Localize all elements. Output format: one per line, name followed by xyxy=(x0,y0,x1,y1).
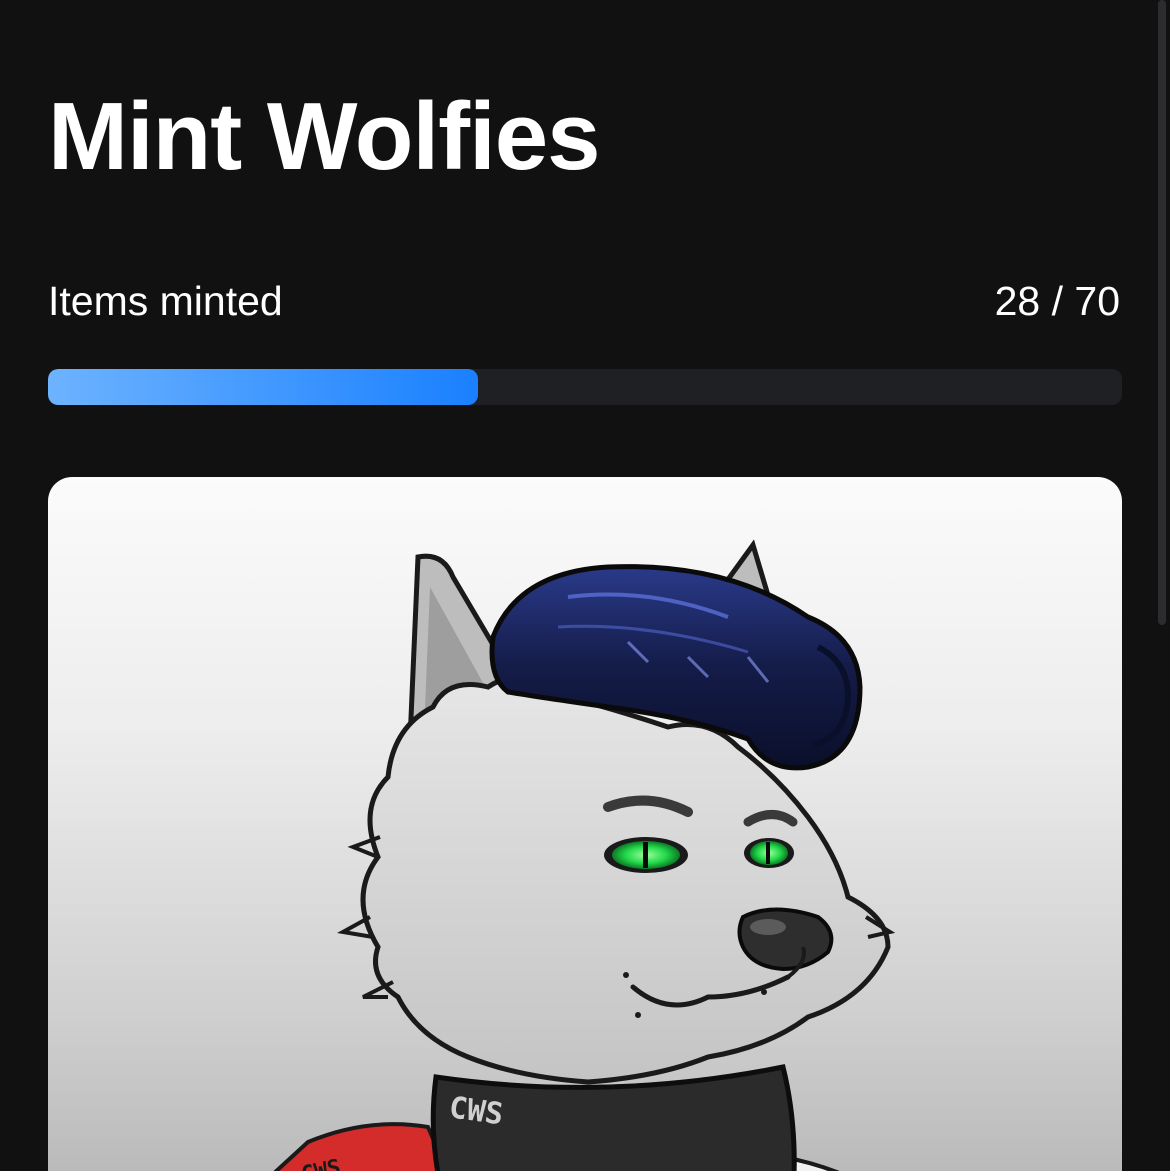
mint-page: Mint Wolfies Items minted 28 / 70 CWS xyxy=(0,0,1170,1171)
collar-text: CWS xyxy=(447,1090,506,1132)
mint-progress-header: Items minted 28 / 70 xyxy=(48,276,1120,326)
wolf-nft-image: CWS CWS xyxy=(273,539,896,1171)
nft-preview-card[interactable]: CWS CWS xyxy=(48,477,1122,1171)
items-minted-label: Items minted xyxy=(48,277,283,324)
page-title: Mint Wolfies xyxy=(48,83,601,190)
items-minted-count: 28 / 70 xyxy=(994,277,1120,324)
mint-progress-bar xyxy=(48,369,1122,405)
mint-progress-fill xyxy=(48,369,478,405)
scrollbar[interactable] xyxy=(1158,0,1166,625)
